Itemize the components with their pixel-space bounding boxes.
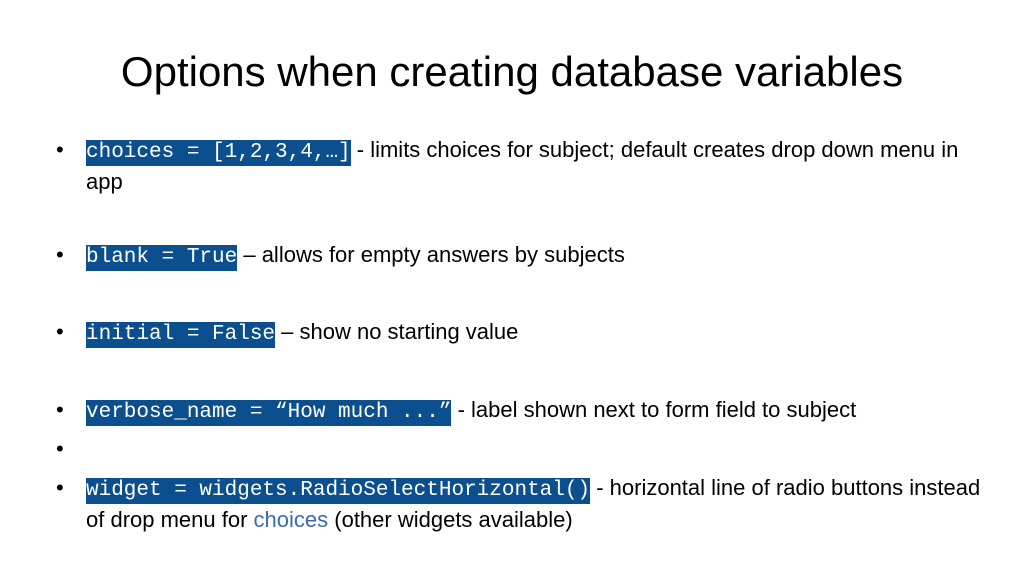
code-snippet-widget: widget = widgets.RadioSelectHorizontal() <box>86 478 591 504</box>
bullet-item-blank: • blank = True – allows for empty answer… <box>56 240 986 272</box>
bullet-item-initial: • initial = False – show no starting val… <box>56 317 986 349</box>
bullet-icon: • <box>56 436 64 461</box>
code-snippet-verbose-name: verbose_name = “How much ...” <box>86 400 452 426</box>
bullet-description-verbose-name: - label shown next to form field to subj… <box>451 397 857 422</box>
bullet-description-initial: – show no starting value <box>275 319 519 344</box>
choices-link: choices <box>253 507 329 532</box>
bullet-body: widget = widgets.RadioSelectHorizontal()… <box>86 473 986 534</box>
bullet-body: choices = [1,2,3,4,…] - limits choices f… <box>86 135 986 196</box>
bullet-icon: • <box>56 475 64 500</box>
bullet-item-choices: • choices = [1,2,3,4,…] - limits choices… <box>56 135 986 196</box>
code-snippet-blank: blank = True <box>86 245 238 271</box>
bullet-icon: • <box>56 319 64 344</box>
bullet-item-widget: • widget = widgets.RadioSelectHorizontal… <box>56 473 986 534</box>
bullet-body: initial = False – show no starting value <box>86 317 986 349</box>
bullet-body: blank = True – allows for empty answers … <box>86 240 986 272</box>
code-snippet-initial: initial = False <box>86 322 276 348</box>
bullet-description-blank: – allows for empty answers by subjects <box>237 242 625 267</box>
code-snippet-choices: choices = [1,2,3,4,…] <box>86 140 351 166</box>
bullet-icon: • <box>56 397 64 422</box>
bullet-list: • choices = [1,2,3,4,…] - limits choices… <box>0 0 1024 576</box>
bullet-body: verbose_name = “How much ...” - label sh… <box>86 395 986 427</box>
bullet-description-widget-tail: (other widgets available) <box>328 507 573 532</box>
bullet-icon: • <box>56 242 64 267</box>
bullet-item-verbose-name: • verbose_name = “How much ...” - label … <box>56 395 986 427</box>
bullet-icon: • <box>56 137 64 162</box>
